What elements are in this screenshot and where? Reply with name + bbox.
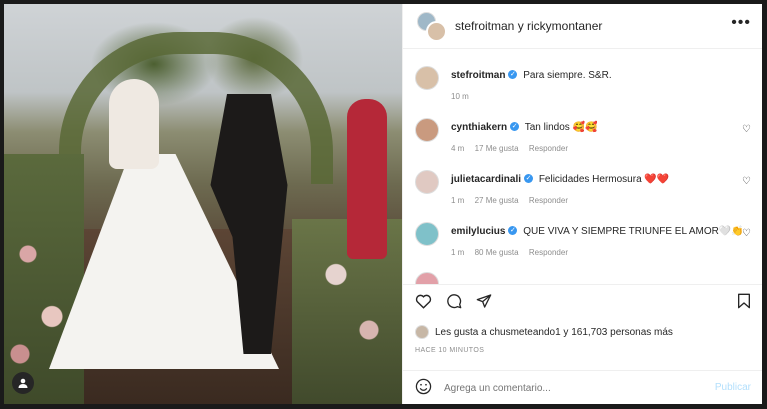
comment-username[interactable]: emilylucius (451, 226, 505, 237)
comment-time: 1 m (451, 248, 465, 257)
avatar (426, 21, 447, 42)
publish-button[interactable]: Publicar (715, 382, 751, 393)
heart-icon[interactable]: ♡ (742, 228, 751, 239)
add-comment-bar: Publicar (403, 370, 762, 404)
header-avatars[interactable] (417, 12, 447, 42)
post-photo[interactable] (4, 4, 402, 404)
comment-likes[interactable]: 80 Me gusta (475, 248, 519, 257)
comment-likes[interactable]: 17 Me gusta (475, 144, 519, 153)
comment-likes[interactable]: 27 Me gusta (475, 196, 519, 205)
comment-text: QUE VIVA Y SIEMPRE TRIUNFE EL AMOR🤍👏 (523, 226, 744, 237)
share-icon[interactable] (476, 293, 492, 314)
comment-meta: 4 m 17 Me gusta Responder (451, 144, 576, 153)
post-header: stefroitman y rickymontaner ••• (403, 4, 762, 49)
comment-username[interactable]: julietacardinali (451, 174, 521, 185)
avatar[interactable] (415, 272, 439, 284)
comment-meta: 1 m 27 Me gusta Responder (451, 196, 576, 205)
post-modal: stefroitman y rickymontaner ••• stefroit… (4, 4, 762, 404)
caption-username[interactable]: stefroitman (451, 70, 505, 81)
guest-red-dress (347, 99, 387, 259)
post-sidebar: stefroitman y rickymontaner ••• stefroit… (402, 4, 762, 404)
comment-text: Tan lindos 🥰🥰 (524, 122, 598, 133)
emoji-icon[interactable] (415, 378, 432, 400)
reply-button[interactable]: Responder (529, 196, 568, 205)
header-usernames[interactable]: stefroitman y rickymontaner (455, 19, 602, 33)
reply-button[interactable]: Responder (529, 248, 568, 257)
more-dots-icon[interactable]: ••• (731, 14, 751, 32)
avatar (415, 325, 429, 339)
tagged-users-icon[interactable] (12, 372, 34, 394)
avatar[interactable] (415, 222, 439, 246)
comment-icon[interactable] (446, 293, 462, 314)
bride (109, 79, 159, 169)
caption-time: 10 m (451, 92, 469, 101)
verified-icon: ✓ (510, 122, 520, 132)
reply-button[interactable]: Responder (529, 144, 568, 153)
comment-time: 4 m (451, 144, 465, 153)
avatar[interactable] (415, 170, 439, 194)
caption-text: Para siempre. S&R. (523, 70, 612, 81)
post-actions: Les gusta a chusmeteando1 y 161,703 pers… (403, 284, 762, 395)
flower-arch (59, 32, 333, 184)
likes-summary[interactable]: Les gusta a chusmeteando1 y 161,703 pers… (415, 325, 673, 339)
comment-username[interactable]: cynthiakern (451, 122, 507, 133)
comments-list: stefroitman ✓ Para siempre. S&R. 10 m cyn… (403, 48, 762, 284)
verified-icon: ✓ (508, 70, 518, 80)
verified-icon: ✓ (524, 174, 534, 184)
avatar[interactable] (415, 118, 439, 142)
bookmark-icon[interactable] (737, 293, 751, 314)
heart-icon[interactable]: ♡ (742, 124, 751, 135)
comment-text: Felicidades Hermosura ❤️❤️ (538, 174, 670, 185)
comment-time: 1 m (451, 196, 465, 205)
heart-icon[interactable]: ♡ (742, 176, 751, 187)
heart-icon[interactable] (415, 293, 432, 314)
posted-time: HACE 10 MINUTOS (415, 347, 485, 354)
likes-text: Les gusta a chusmeteando1 y 161,703 pers… (435, 326, 673, 338)
comment-input[interactable] (442, 382, 696, 395)
verified-icon: ✓ (508, 226, 518, 236)
avatar[interactable] (415, 66, 439, 90)
comment-meta: 1 m 80 Me gusta Responder (451, 248, 576, 257)
